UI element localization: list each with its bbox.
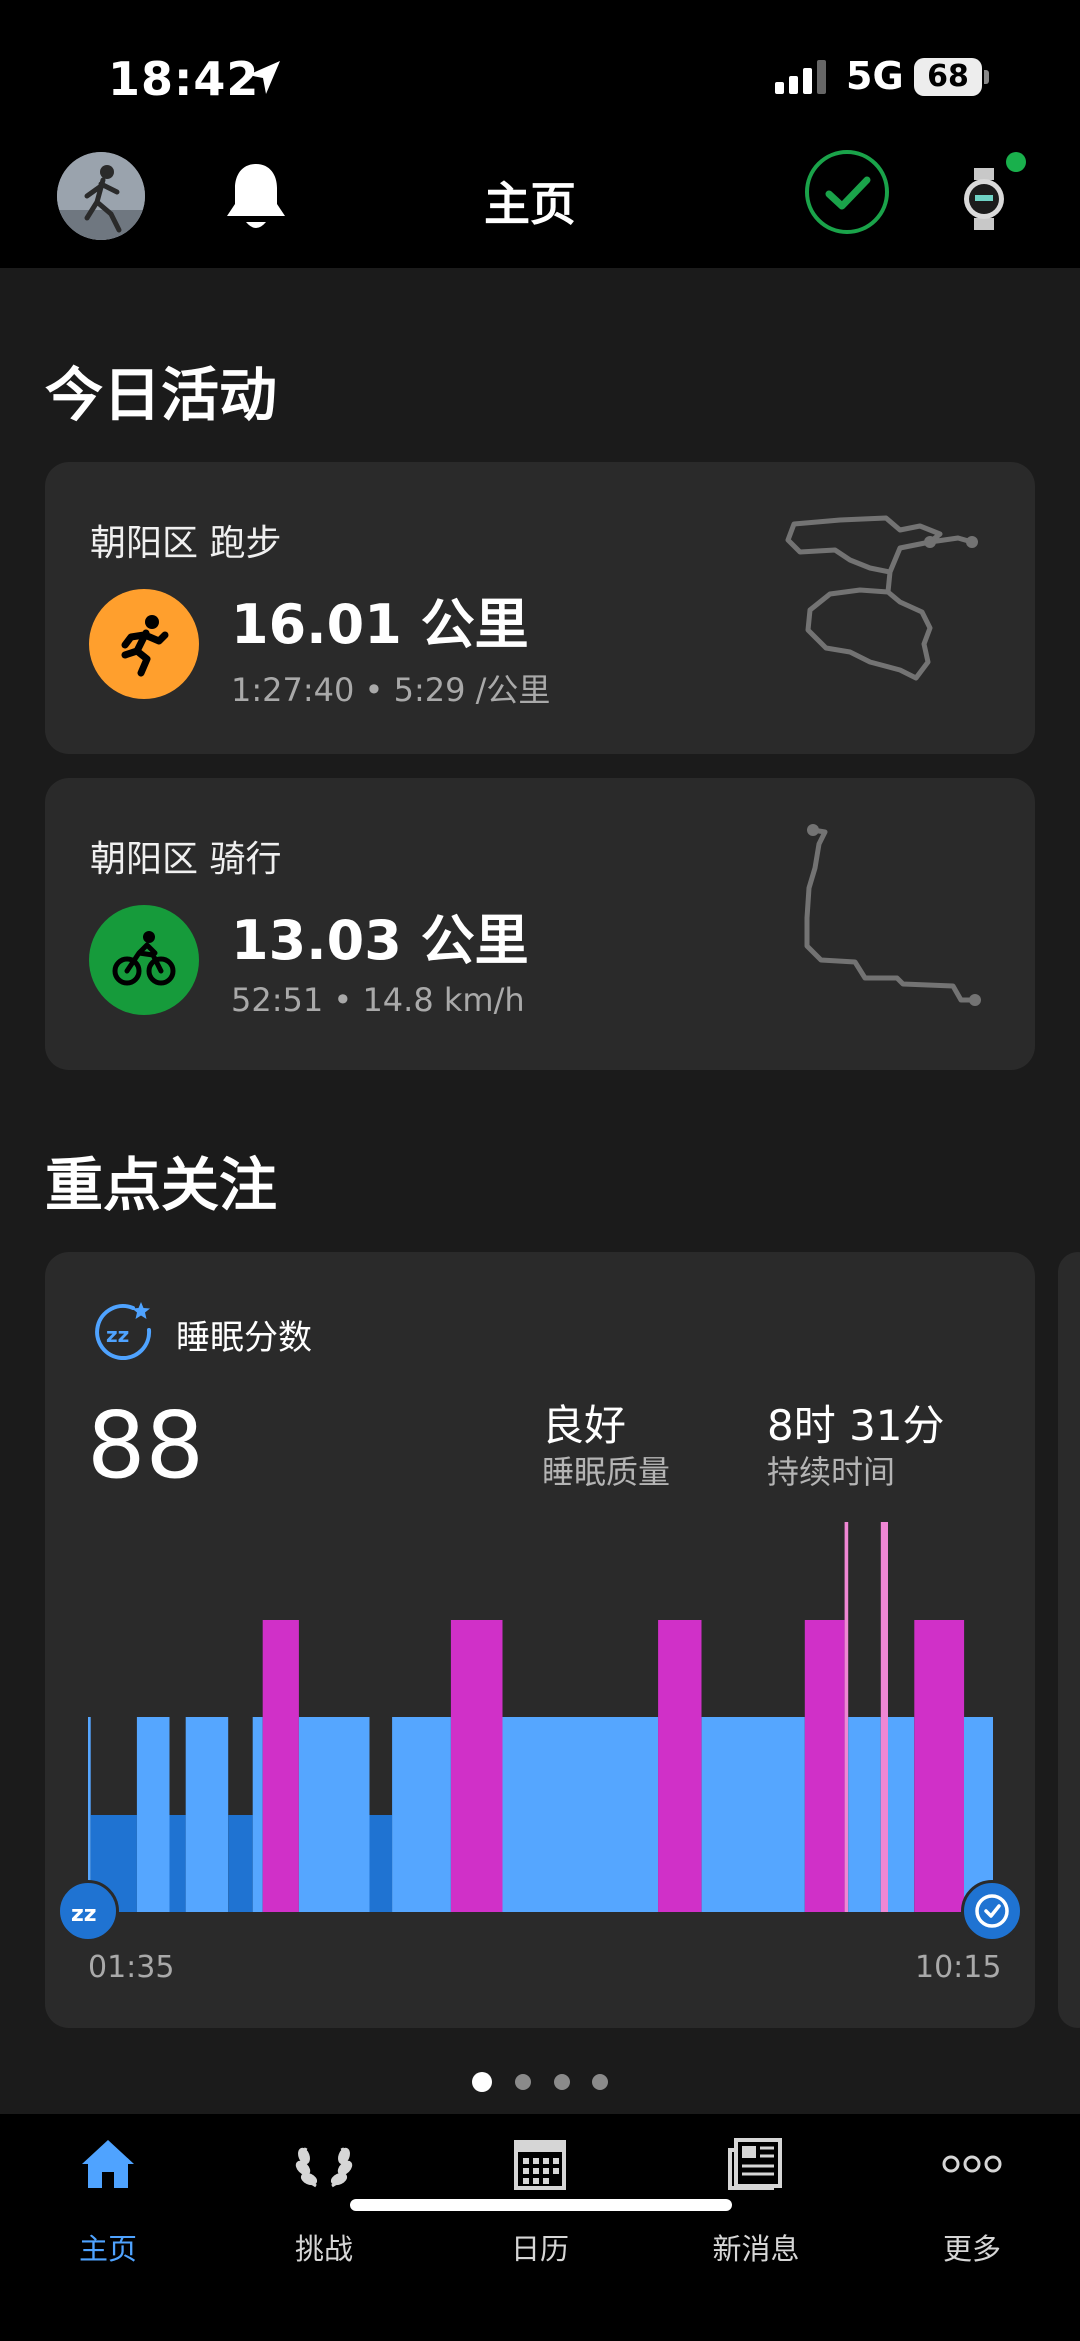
- pager-dot[interactable]: [515, 2074, 531, 2090]
- sleep-quality-value: 良好: [542, 1401, 627, 1450]
- sleep-stage-bar-light: [185, 1717, 229, 1912]
- battery-level: 68: [914, 58, 982, 96]
- running-icon: [89, 589, 199, 699]
- watch-device-icon[interactable]: [962, 168, 1006, 234]
- home-icon: [78, 2134, 138, 2198]
- route-map-running: [785, 515, 978, 681]
- pager-dot[interactable]: [592, 2074, 608, 2090]
- sleep-stage-bar-light: [136, 1717, 170, 1912]
- device-connected-badge: [1006, 152, 1026, 172]
- checkmark-icon: [825, 176, 871, 210]
- sleep-end-time: 10:15: [915, 1950, 1002, 1985]
- sleep-stage-chart: [88, 1522, 993, 1912]
- sleep-stage-bar-rem: [262, 1620, 299, 1912]
- battery-tip: [984, 70, 989, 84]
- sleep-stage-bar-rem: [658, 1620, 702, 1912]
- sleep-start-time: 01:35: [88, 1950, 175, 1985]
- page-title: 主页: [484, 177, 576, 231]
- sleep-stage-bar-light: [392, 1717, 451, 1912]
- next-focus-card[interactable]: [1058, 1252, 1080, 2028]
- sleep-stage-bar-awake: [844, 1522, 849, 1912]
- wake-clock-icon: [961, 1880, 1023, 1942]
- sleep-stage-bar-deep: [169, 1815, 186, 1912]
- sleep-duration-label: 持续时间: [767, 1453, 896, 1491]
- sleep-quality-label: 睡眠质量: [542, 1453, 671, 1491]
- top-bar: 18:42 5G 68 主页: [0, 0, 1080, 268]
- svg-text:zz: zz: [106, 1323, 129, 1347]
- signal-icon: [775, 60, 829, 100]
- network-type: 5G: [846, 54, 904, 98]
- sync-status-button[interactable]: [805, 150, 889, 234]
- pager-dot-active[interactable]: [472, 2072, 492, 2092]
- activity-distance: 13.03 公里: [231, 909, 529, 972]
- sleep-stage-bar-light: [888, 1717, 915, 1912]
- sleep-stage-bar-rem: [804, 1620, 845, 1912]
- tab-label: 新消息: [712, 2232, 800, 2266]
- sleep-stage-bar-deep: [228, 1815, 253, 1912]
- activity-meta: 52:51 • 14.8 km/h: [231, 981, 525, 1019]
- sleep-start-icon: zz: [57, 1880, 119, 1942]
- more-icon: [942, 2134, 1002, 2198]
- news-icon: [726, 2134, 786, 2198]
- tab-label: 更多: [942, 2232, 1001, 2266]
- sleep-score-card[interactable]: zz 睡眠分数 88 良好 睡眠质量 8时 31分 持续时间 zz 01:35 …: [45, 1252, 1035, 2028]
- sleep-zz-icon: zz: [93, 1300, 155, 1366]
- home-indicator: [350, 2199, 732, 2211]
- sleep-stage-bar-rem: [914, 1620, 965, 1912]
- cycling-icon: [89, 905, 199, 1015]
- sleep-stage-bar-light: [701, 1717, 805, 1912]
- sleep-score-value: 88: [87, 1392, 205, 1499]
- location-arrow-icon: [244, 58, 284, 102]
- route-map-cycling: [804, 824, 981, 1006]
- sleep-stage-bar-awake: [880, 1522, 888, 1912]
- activity-meta: 1:27:40 • 5:29 /公里: [231, 671, 551, 709]
- activity-place: 朝阳区 骑行: [90, 839, 282, 880]
- status-time: 18:42: [108, 52, 260, 106]
- activity-place: 朝阳区 跑步: [90, 523, 282, 564]
- svg-text:zz: zz: [71, 1902, 97, 1927]
- activity-distance: 16.01 公里: [231, 593, 529, 656]
- sleep-stage-bar-light: [502, 1717, 659, 1912]
- bottom-tab-bar: 主页 挑战 日历 新消息 更多: [0, 2114, 1080, 2341]
- laurel-icon: [294, 2134, 354, 2198]
- sleep-duration-value: 8时 31分: [767, 1401, 945, 1450]
- activity-card-cycling[interactable]: 朝阳区 骑行 13.03 公里 52:51 • 14.8 km/h: [45, 778, 1035, 1070]
- sleep-stage-bar-rem: [450, 1620, 503, 1912]
- sleep-stage-bar-light: [298, 1717, 370, 1912]
- tab-label: 主页: [78, 2232, 137, 2266]
- calendar-icon: [510, 2134, 570, 2198]
- sleep-card-title: 睡眠分数: [176, 1318, 312, 1358]
- focus-heading: 重点关注: [45, 1151, 278, 1219]
- tab-label: 挑战: [294, 2232, 353, 2266]
- activity-card-running[interactable]: 朝阳区 跑步 16.01 公里 1:27:40 • 5:29 /公里: [45, 462, 1035, 754]
- today-activities-heading: 今日活动: [45, 361, 278, 429]
- pager-dot[interactable]: [554, 2074, 570, 2090]
- sleep-stage-bar-deep: [369, 1815, 393, 1912]
- sleep-stage-bar-light: [848, 1717, 881, 1912]
- tab-label: 日历: [510, 2232, 569, 2266]
- sleep-stage-bar-light: [252, 1717, 263, 1912]
